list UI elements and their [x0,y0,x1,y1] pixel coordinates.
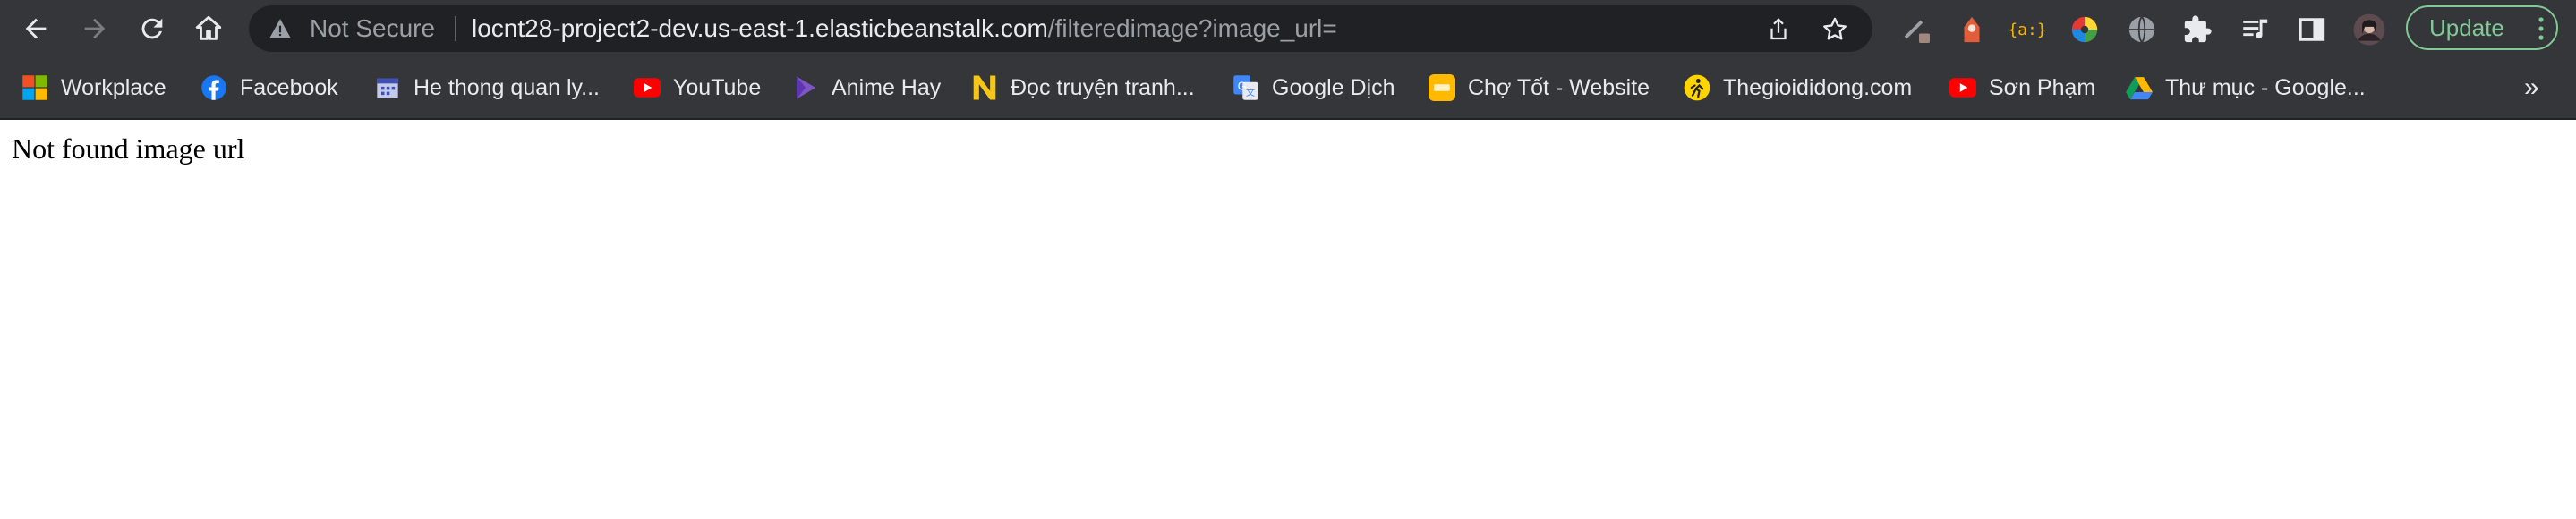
bookmark-google-dich[interactable]: G文 Google Dịch [1233,57,1395,118]
google-drive-icon [2126,74,2153,101]
side-panel-icon[interactable] [2295,13,2329,47]
more-menu-icon [2538,17,2544,40]
youtube-icon [634,74,661,101]
bookmark-star-icon[interactable] [1821,15,1849,44]
bookmark-label: Đọc truyện tranh... [1011,74,1195,100]
youtube-icon [1949,74,1976,101]
facebook-icon [200,74,227,101]
fox-icon[interactable] [1955,13,1989,47]
bookmark-label: Thegioididong.com [1723,74,1913,100]
bookmark-label: Sơn Phạm [1989,74,2096,100]
browser-toolbar: Not Secure locnt28-project2-dev.us-east-… [0,0,2576,57]
forward-button[interactable] [77,11,113,47]
bookmark-label: Workplace [61,74,166,100]
bookmarks-overflow-button[interactable]: » [2524,57,2539,118]
bookmark-anime-hay[interactable]: Anime Hay [792,57,941,118]
warning-icon [269,19,291,38]
overflow-chevron-icon: » [2524,72,2539,102]
play-icon [792,74,819,101]
bookmark-son-pham[interactable]: Sơn Phạm [1949,57,2095,118]
bookmark-thu-muc[interactable]: Thư mục - Google... [2126,57,2366,118]
bookmark-label: Chợ Tốt - Website [1468,74,1651,100]
bookmark-workplace[interactable]: Workplace [21,57,166,118]
forward-arrow-icon [84,18,106,39]
home-button[interactable] [191,11,226,47]
bookmark-label: Thư mục - Google... [2165,74,2366,100]
bookmark-label: YouTube [673,74,762,100]
svg-text:文: 文 [1246,87,1255,98]
bookmark-cho-tot[interactable]: Chợ Tốt - Website [1429,57,1650,118]
omnibox-divider [455,16,456,41]
update-label: Update [2429,13,2504,41]
tools-icon[interactable] [1899,13,1933,47]
calendar-icon [374,74,401,101]
update-button[interactable]: Update [2406,5,2558,50]
bookmark-he-thong[interactable]: He thong quan ly... [374,57,600,118]
bookmark-youtube[interactable]: YouTube [634,57,761,118]
chotot-icon [1429,74,1455,101]
bookmark-thegioididong[interactable]: Thegioididong.com [1684,57,1912,118]
profile-avatar[interactable] [2352,13,2386,47]
bookmark-label: Facebook [240,74,338,100]
microsoft-icon [21,74,48,101]
color-wheel-icon[interactable] [2068,13,2102,47]
address-bar[interactable]: Not Secure locnt28-project2-dev.us-east-… [249,5,1872,52]
home-icon [195,15,222,40]
share-icon[interactable] [1765,16,1792,43]
tgdd-icon [1684,74,1710,101]
url-text: locnt28-project2-dev.us-east-1.elasticbe… [472,5,1337,52]
globe-icon[interactable] [2125,13,2159,47]
bookmark-label: Anime Hay [832,74,942,100]
url-path: /filteredimage?image_url= [1047,14,1337,42]
url-host: locnt28-project2-dev.us-east-1.elasticbe… [472,14,1048,42]
bookmark-label: He thong quan ly... [414,74,601,100]
bookmark-doc-truyen[interactable]: Đọc truyện tranh... [971,57,1195,118]
n-logo-icon [971,74,998,101]
puzzle-icon[interactable] [2180,13,2214,47]
page-message: Not found image url [12,132,245,165]
reload-icon [141,18,163,39]
security-label: Not Secure [310,14,436,42]
media-icon[interactable] [2238,13,2272,47]
google-translate-icon: G文 [1233,74,1259,101]
bookmark-facebook[interactable]: Facebook [200,57,338,118]
back-arrow-icon [25,18,47,39]
reload-button[interactable] [134,11,170,47]
json-icon[interactable]: {a:} [2008,13,2046,47]
bookmark-label: Google Dịch [1272,74,1395,100]
back-button[interactable] [18,11,54,47]
